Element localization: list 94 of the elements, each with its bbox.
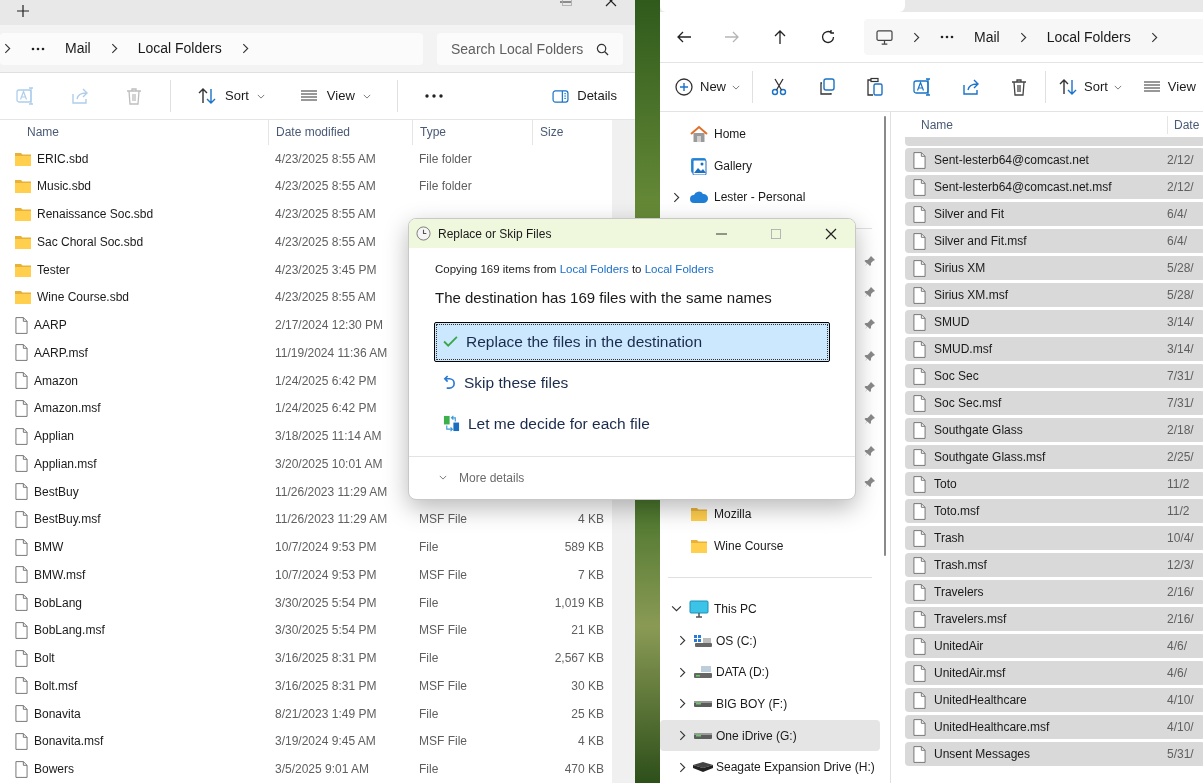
file-name: Toto: [934, 476, 957, 493]
date-modified: 2/17/2024 12:30 PM: [275, 318, 384, 333]
date-modified: 4/23/2025 8:55 AM: [275, 151, 376, 166]
file-name: Southgate Glass.msf: [934, 449, 1046, 466]
date-modified: 2/12/: [1167, 152, 1194, 169]
date-modified: 4/6/: [1167, 665, 1187, 682]
file-name: UnitedHealthcare: [934, 692, 1027, 709]
file-name: Unsent Messages: [934, 746, 1031, 763]
file-type: File folder: [419, 151, 472, 166]
date-modified: 3/18/2025 11:14 AM: [275, 429, 382, 444]
date-modified: 10/7/2024 9:53 PM: [275, 567, 377, 582]
date-modified: 11/26/2023 11:29 AM: [275, 512, 388, 527]
file-type: File: [419, 540, 439, 555]
date-modified: 4/23/2025 8:55 AM: [275, 207, 376, 222]
file-name: Sirius XM: [934, 260, 986, 277]
date-modified: 11/2: [1167, 476, 1190, 493]
file-size: 470 KB: [564, 761, 604, 779]
date-modified: 12/3/: [1167, 557, 1194, 574]
file-type: MSF File: [419, 623, 467, 638]
file-name: SMUD.msf: [934, 341, 992, 358]
date-modified: 3/20/2025 10:01 AM: [275, 456, 383, 471]
date-modified: 4/23/2025 8:55 AM: [275, 234, 376, 249]
date-modified: 6/4/: [1167, 233, 1187, 250]
file-name: Silver and Fit.msf: [934, 233, 1027, 250]
date-modified: 7/31/: [1167, 368, 1194, 385]
date-modified: 3/30/2025 5:54 PM: [275, 623, 377, 638]
date-modified: 4/23/2025 8:55 AM: [275, 290, 376, 305]
date-modified: 4/23/2025 3:45 PM: [275, 262, 377, 277]
file-size: 30 KB: [571, 677, 604, 695]
file-name: Sirius XM.msf: [934, 287, 1008, 304]
date-modified: 4/10/: [1167, 692, 1194, 709]
file-size: 1,019 KB: [554, 594, 604, 612]
file-name: UnitedAir: [934, 638, 984, 655]
date-modified: 2/16/: [1167, 584, 1194, 601]
date-modified: 1/24/2025 6:42 PM: [275, 373, 377, 388]
file-name: UnitedAir.msf: [934, 665, 1006, 682]
date-modified: 11/26/2023 11:29 AM: [275, 484, 388, 499]
date-modified: 1/24/2025 6:42 PM: [275, 401, 377, 416]
file-size: 4 KB: [578, 511, 604, 529]
file-name: Toto.msf: [934, 503, 980, 520]
file-type: MSF File: [419, 567, 467, 582]
file-size: 21 KB: [571, 622, 604, 640]
file-name: Silver and Fit: [934, 206, 1005, 223]
file-type: MSF File: [419, 512, 467, 527]
dialog-heading: The destination has 169 files with the same names: [435, 288, 773, 308]
date-modified: 2/12/: [1167, 179, 1194, 196]
date-modified: 4/23/2025 8:55 AM: [275, 179, 376, 194]
date-modified: 3/14/: [1167, 341, 1194, 358]
file-size: 589 KB: [564, 539, 604, 557]
file-name: Travelers.msf: [934, 611, 1007, 628]
date-modified: 5/31/: [1167, 746, 1194, 763]
date-modified: 8/21/2023 1:49 PM: [275, 706, 377, 721]
date-modified: 2/18/: [1167, 422, 1194, 439]
date-modified: 3/5/2025 9:01 AM: [275, 762, 370, 777]
file-size: 25 KB: [571, 705, 604, 723]
file-type: File: [419, 595, 439, 610]
date-modified: 11/19/2024 11:36 AM: [275, 345, 388, 360]
date-modified: 5/28/: [1167, 260, 1194, 277]
file-type: File: [419, 651, 439, 666]
file-type: File folder: [419, 179, 472, 194]
file-name: Soc Sec.msf: [934, 395, 1002, 412]
file-name: Soc Sec: [934, 368, 979, 385]
file-size: 4 KB: [578, 733, 604, 751]
file-name: Trash: [934, 530, 965, 547]
file-name: Travelers: [934, 584, 984, 601]
date-modified: 3/16/2025 8:31 PM: [275, 651, 377, 666]
file-name: Trash.msf: [934, 557, 987, 574]
date-modified: 4/10/: [1167, 719, 1194, 736]
copy-summary: Copying 169 items from Local Folders to Local Folders: [435, 262, 715, 277]
date-modified: 10/7/2024 9:53 PM: [275, 540, 377, 555]
file-name: Sent-lesterb64@comcast.net.msf: [934, 179, 1112, 196]
file-type: File: [419, 706, 439, 721]
date-modified: 10/4/: [1167, 530, 1194, 547]
date-modified: 3/19/2024 9:45 AM: [275, 734, 376, 749]
file-size: 7 KB: [578, 566, 604, 584]
date-modified: 4/6/: [1167, 638, 1187, 655]
file-name: SMUD: [934, 314, 970, 331]
file-size: 2,567 KB: [554, 650, 604, 668]
date-modified: 3/16/2025 8:31 PM: [275, 678, 377, 693]
date-modified: 6/4/: [1167, 206, 1187, 223]
file-name: Sent-lesterb64@comcast.net: [934, 152, 1089, 169]
file-name: UnitedHealthcare.msf: [934, 719, 1050, 736]
file-name: Southgate Glass: [934, 422, 1023, 439]
file-type: File: [419, 762, 439, 777]
date-modified: 2/25/: [1167, 449, 1194, 466]
file-type: MSF File: [419, 734, 467, 749]
date-modified: 3/30/2025 5:54 PM: [275, 595, 377, 610]
file-type: MSF File: [419, 678, 467, 693]
date-modified: 3/14/: [1167, 314, 1194, 331]
date-modified: 2/16/: [1167, 611, 1194, 628]
date-modified: 5/28/: [1167, 287, 1194, 304]
dialog-title: Replace or Skip Files: [438, 225, 553, 243]
date-modified: 7/31/: [1167, 395, 1194, 412]
date-modified: 11/2: [1167, 503, 1190, 520]
